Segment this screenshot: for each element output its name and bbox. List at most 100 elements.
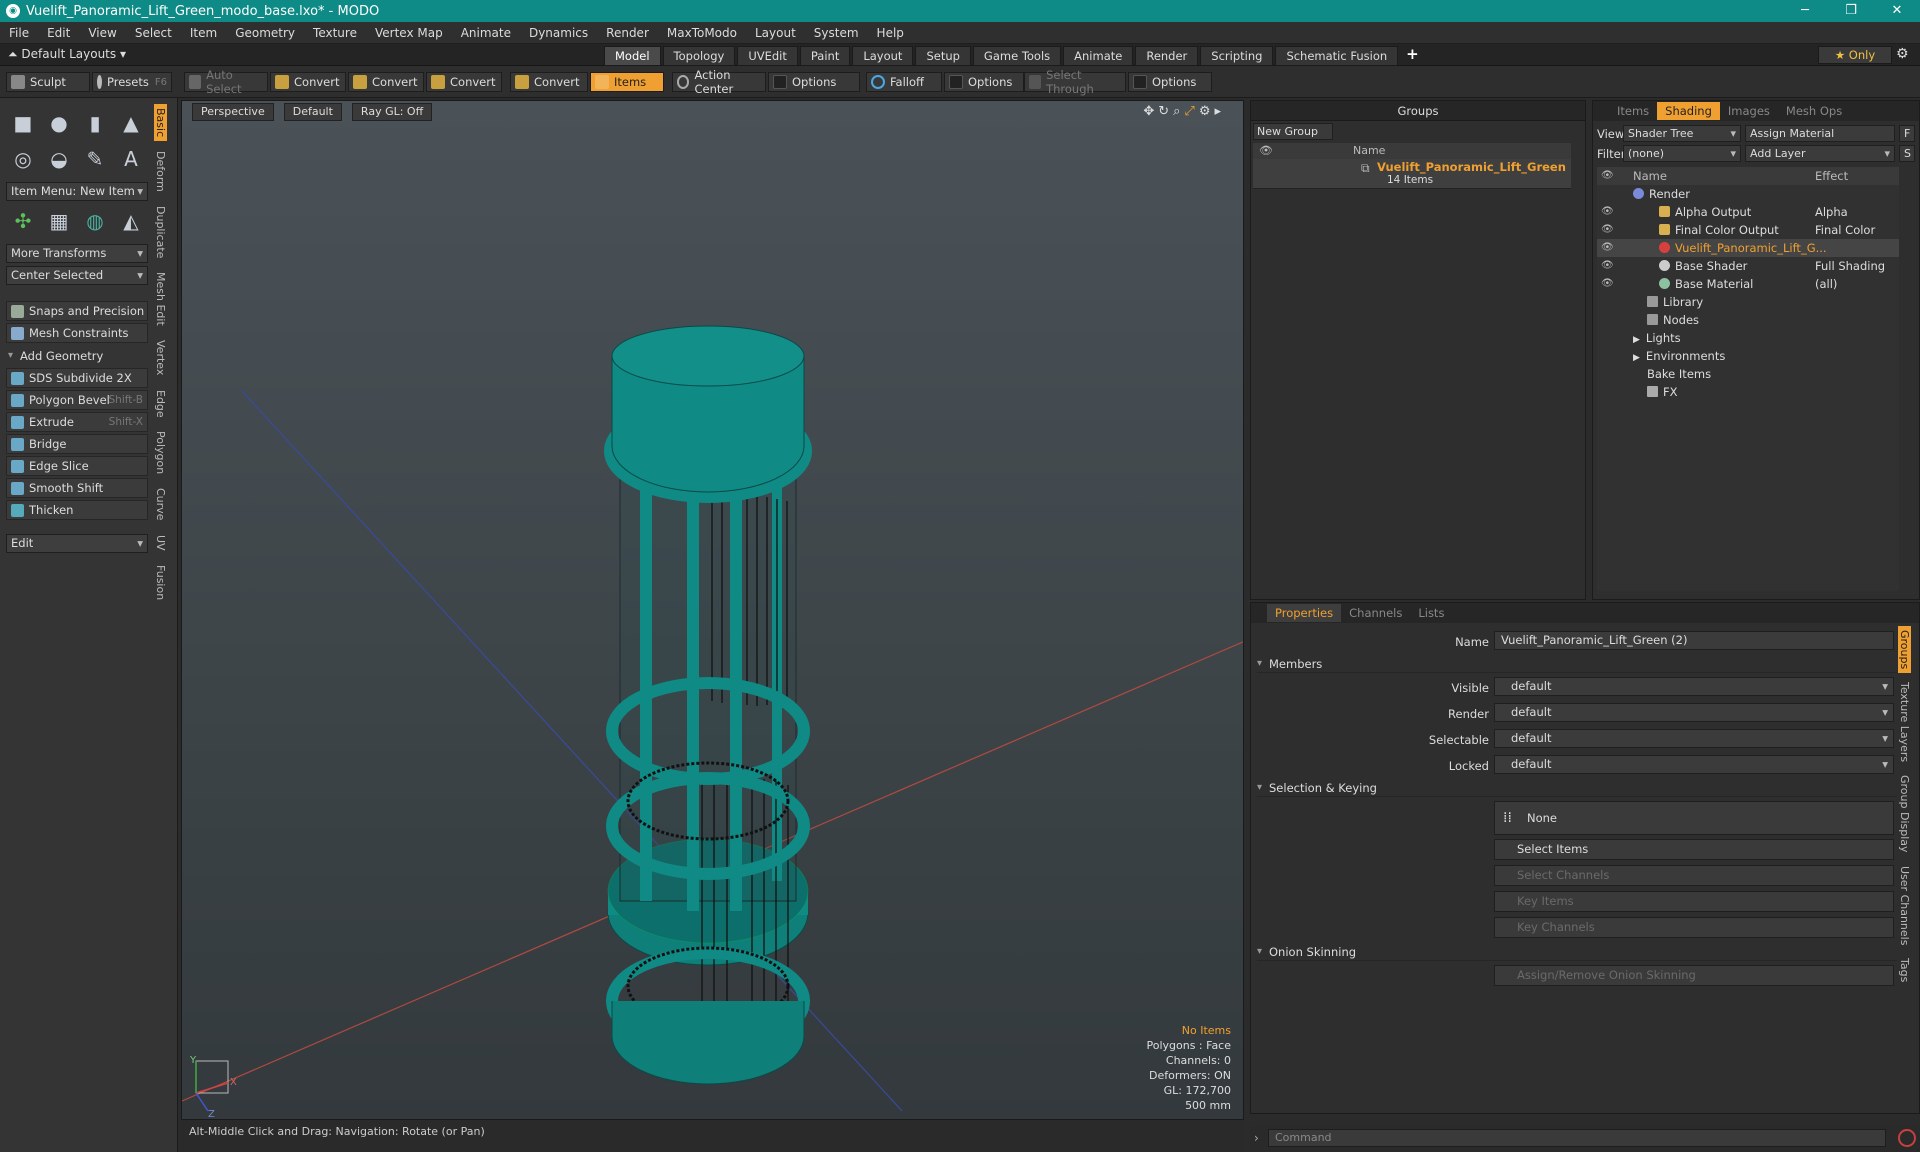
sphere-icon[interactable]: ● [42,106,76,140]
vtab-group-display[interactable]: Group Display [1898,771,1911,857]
record-icon[interactable] [1898,1129,1916,1147]
f-button[interactable]: F [1899,125,1915,142]
command-input[interactable]: Command [1268,1129,1886,1147]
tab-render[interactable]: Render [1135,46,1199,66]
locked-dropdown[interactable]: default [1494,755,1894,774]
falloff-button[interactable]: Falloff [866,72,942,92]
menu-help[interactable]: Help [868,26,913,40]
falloff-options-button[interactable]: Options [944,72,1024,92]
menu-animate[interactable]: Animate [452,26,520,40]
assign-onion-button[interactable]: Assign/Remove Onion Skinning [1494,965,1894,986]
menu-edit[interactable]: Edit [38,26,79,40]
key-channels-button[interactable]: Key Channels [1494,917,1894,938]
items-mode-button[interactable]: Items [590,72,664,92]
cube-icon[interactable]: ■ [6,106,40,140]
mesh-constraints-button[interactable]: Mesh Constraints [6,323,148,343]
menu-render[interactable]: Render [597,26,658,40]
new-group-button[interactable]: New Group [1253,123,1333,140]
action-center-options-button[interactable]: Options [768,72,860,92]
tab-layout[interactable]: Layout [852,46,914,66]
vtab-groups[interactable]: Groups [1898,626,1911,674]
vtab-basic[interactable]: Basic [154,104,167,142]
convert-button-2[interactable]: Convert [348,72,424,92]
menu-select[interactable]: Select [126,26,181,40]
menu-geometry[interactable]: Geometry [226,26,304,40]
tab-mesh-ops[interactable]: Mesh Ops [1778,102,1850,120]
tab-properties[interactable]: Properties [1267,604,1342,622]
tree-row-final-color-output[interactable]: 👁 Final Color Output Final Color [1597,221,1899,239]
vtab-duplicate[interactable]: Duplicate [154,202,167,262]
tree-row-alpha-output[interactable]: 👁 Alpha Output Alpha [1597,203,1899,221]
tab-channels[interactable]: Channels [1341,604,1410,622]
vtab-user-channels[interactable]: User Channels [1898,862,1911,949]
vtab-uv[interactable]: UV [154,531,167,555]
tree-row-lights[interactable]: ▶ Lights [1597,329,1899,347]
selection-none-button[interactable]: ⁞⁞ None [1494,801,1894,835]
tab-game-tools[interactable]: Game Tools [972,46,1062,66]
tree-row-bake-items[interactable]: Bake Items [1597,365,1899,383]
tree-row-fx[interactable]: FX [1597,383,1899,401]
cone-icon[interactable]: ▲ [114,106,148,140]
add-geometry-section[interactable]: Add Geometry [6,347,148,365]
view-dropdown[interactable]: Shader Tree [1623,125,1741,142]
3d-viewport[interactable]: Perspective Default Ray GL: Off ✥↻⌕⤢⚙▸ Y… [181,100,1244,1120]
tab-paint[interactable]: Paint [799,46,851,66]
vtab-vertex[interactable]: Vertex [154,336,167,379]
select-options-button[interactable]: Options [1128,72,1212,92]
sculpt-button[interactable]: Sculpt [6,72,90,92]
tab-images[interactable]: Images [1720,102,1778,120]
tab-model[interactable]: Model [604,46,661,66]
grid-icon[interactable]: ▦ [42,204,76,238]
minimize-button[interactable]: ─ [1782,0,1828,22]
tool-thicken[interactable]: Thicken [6,500,148,520]
maximize-button[interactable]: ❐ [1828,0,1874,22]
snaps-precision-button[interactable]: Snaps and Precision [6,301,148,321]
s-button[interactable]: S [1899,145,1915,162]
transform-icon[interactable]: ✣ [6,204,40,238]
expand-arrow-icon[interactable]: ▶ [1633,335,1640,345]
capsule-icon[interactable]: ◒ [42,142,76,176]
visible-dropdown[interactable]: default [1494,677,1894,696]
tree-row-vuelift-material[interactable]: 👁 Vuelift_Panoramic_Lift_G... [1597,239,1899,257]
eye-icon[interactable]: 👁 [1601,275,1614,293]
text-icon[interactable]: A [114,142,148,176]
tree-row-render[interactable]: Render [1597,185,1899,203]
selectable-dropdown[interactable]: default [1494,729,1894,748]
tree-row-library[interactable]: Library [1597,293,1899,311]
convert-button-3[interactable]: Convert [426,72,502,92]
eye-icon[interactable]: 👁 [1601,203,1614,221]
vtab-tags[interactable]: Tags [1898,954,1911,986]
tab-setup[interactable]: Setup [915,46,971,66]
menu-vertex-map[interactable]: Vertex Map [366,26,452,40]
eye-icon[interactable]: 👁 [1601,221,1614,239]
add-tab-button[interactable]: + [1406,46,1419,66]
presets-button[interactable]: Presets F6 [92,72,172,92]
tree-row-nodes[interactable]: Nodes [1597,311,1899,329]
menu-item[interactable]: Item [181,26,226,40]
name-input[interactable]: Vuelift_Panoramic_Lift_Green (2) [1494,631,1894,650]
vtab-texture-layers[interactable]: Texture Layers [1898,678,1911,766]
eye-icon[interactable]: 👁 [1601,257,1614,275]
default-layouts-dropdown[interactable]: ⏶ Default Layouts ▾ [8,47,126,62]
more-transforms-dropdown[interactable]: More Transforms [6,244,148,263]
vtab-polygon[interactable]: Polygon [154,427,167,478]
eye-icon[interactable]: 👁 [1601,239,1614,257]
tool-polygon-bevel[interactable]: Polygon Bevel Shift-B [6,390,148,410]
convert-button-1[interactable]: Convert [270,72,346,92]
key-items-button[interactable]: Key Items [1494,891,1894,912]
assign-material-button[interactable]: Assign Material [1745,125,1895,142]
menu-maxtomodo[interactable]: MaxToModo [658,26,746,40]
vtab-curve[interactable]: Curve [154,484,167,524]
tab-uvedit[interactable]: UVEdit [737,46,798,66]
tree-row-base-shader[interactable]: 👁 Base Shader Full Shading [1597,257,1899,275]
convert-button-4[interactable]: Convert [510,72,588,92]
action-center-button[interactable]: Action Center [672,68,766,96]
tool-edge-slice[interactable]: Edge Slice [6,456,148,476]
select-items-button[interactable]: Select Items [1494,839,1894,860]
selection-keying-section[interactable]: Selection & Keying [1257,779,1897,797]
tab-shading[interactable]: Shading [1657,102,1720,120]
tool-sds-subdivide[interactable]: SDS Subdivide 2X [6,368,148,388]
onion-skinning-section[interactable]: Onion Skinning [1257,943,1897,961]
center-selected-dropdown[interactable]: Center Selected [6,266,148,285]
pyramid-icon[interactable]: ◭ [114,204,148,238]
